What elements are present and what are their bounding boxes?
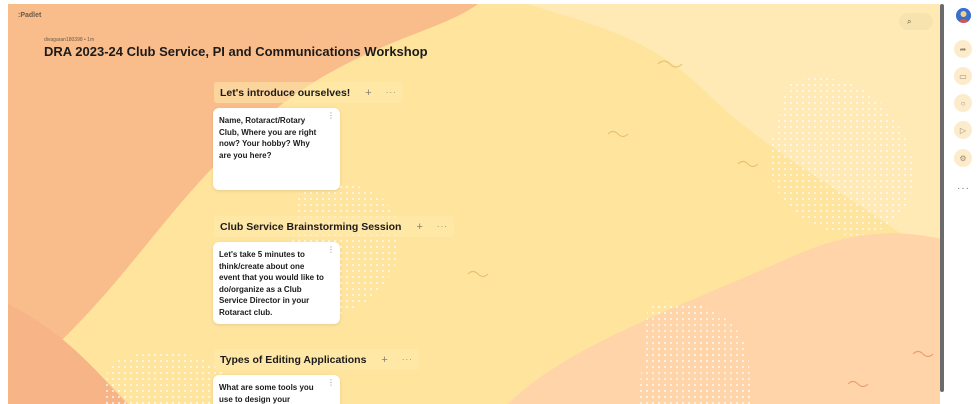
- remake-button[interactable]: ▭: [954, 67, 972, 85]
- avatar[interactable]: [956, 8, 971, 23]
- padlet-app: :Padlet divagaran180398 • 1m DRA 2023-24…: [0, 0, 980, 404]
- settings-button[interactable]: ⚙: [954, 149, 972, 167]
- post-menu-button[interactable]: ⋮: [327, 246, 335, 254]
- padlet-canvas: :Padlet divagaran180398 • 1m DRA 2023-24…: [8, 4, 941, 404]
- slideshow-icon: ▷: [959, 125, 967, 135]
- section-title: Let's introduce ourselves!: [220, 86, 351, 99]
- remake-icon: ▭: [959, 71, 967, 81]
- section-more-button[interactable]: ···: [437, 222, 448, 231]
- search-icon: ⌕: [907, 16, 912, 26]
- post-text: What are some tools you use to design yo…: [219, 383, 314, 404]
- page-title: DRA 2023-24 Club Service, PI and Communi…: [44, 44, 428, 59]
- section-title: Types of Editing Applications: [220, 353, 367, 366]
- section-more-button[interactable]: ···: [402, 355, 413, 364]
- padlet-logo[interactable]: :Padlet: [18, 12, 41, 19]
- search-button[interactable]: ⌕: [899, 13, 933, 30]
- section-header: Club Service Brainstorming Session + ···: [214, 216, 454, 237]
- share-icon: ➦: [959, 44, 967, 54]
- scrollbar[interactable]: [940, 4, 944, 392]
- section-header: Let's introduce ourselves! + ···: [214, 82, 403, 103]
- share-button[interactable]: ➦: [954, 40, 972, 58]
- author-byline: divagaran180398 • 1m: [44, 37, 95, 43]
- avatar-icon: [956, 8, 971, 23]
- notifications-button[interactable]: ○: [954, 94, 972, 112]
- more-options-button[interactable]: ···: [957, 183, 970, 194]
- section-more-button[interactable]: ···: [386, 88, 397, 97]
- slideshow-button[interactable]: ▷: [954, 121, 972, 139]
- add-post-button[interactable]: +: [381, 354, 387, 366]
- post-text: Let's take 5 minutes to think/create abo…: [219, 250, 324, 317]
- post-text: Name, Rotaract/Rotary Club, Where you ar…: [219, 116, 317, 160]
- add-post-button[interactable]: +: [365, 87, 371, 99]
- post-card[interactable]: What are some tools you use to design yo…: [213, 375, 340, 404]
- section-header: Types of Editing Applications + ···: [214, 349, 419, 370]
- add-post-button[interactable]: +: [416, 221, 422, 233]
- bell-icon: ○: [960, 98, 966, 108]
- post-card[interactable]: Let's take 5 minutes to think/create abo…: [213, 242, 340, 324]
- post-menu-button[interactable]: ⋮: [327, 112, 335, 120]
- wallpaper: [8, 4, 941, 404]
- post-menu-button[interactable]: ⋮: [327, 379, 335, 387]
- post-card[interactable]: Name, Rotaract/Rotary Club, Where you ar…: [213, 108, 340, 190]
- settings-icon: ⚙: [959, 153, 967, 163]
- right-rail: [940, 0, 980, 404]
- section-title: Club Service Brainstorming Session: [220, 220, 402, 233]
